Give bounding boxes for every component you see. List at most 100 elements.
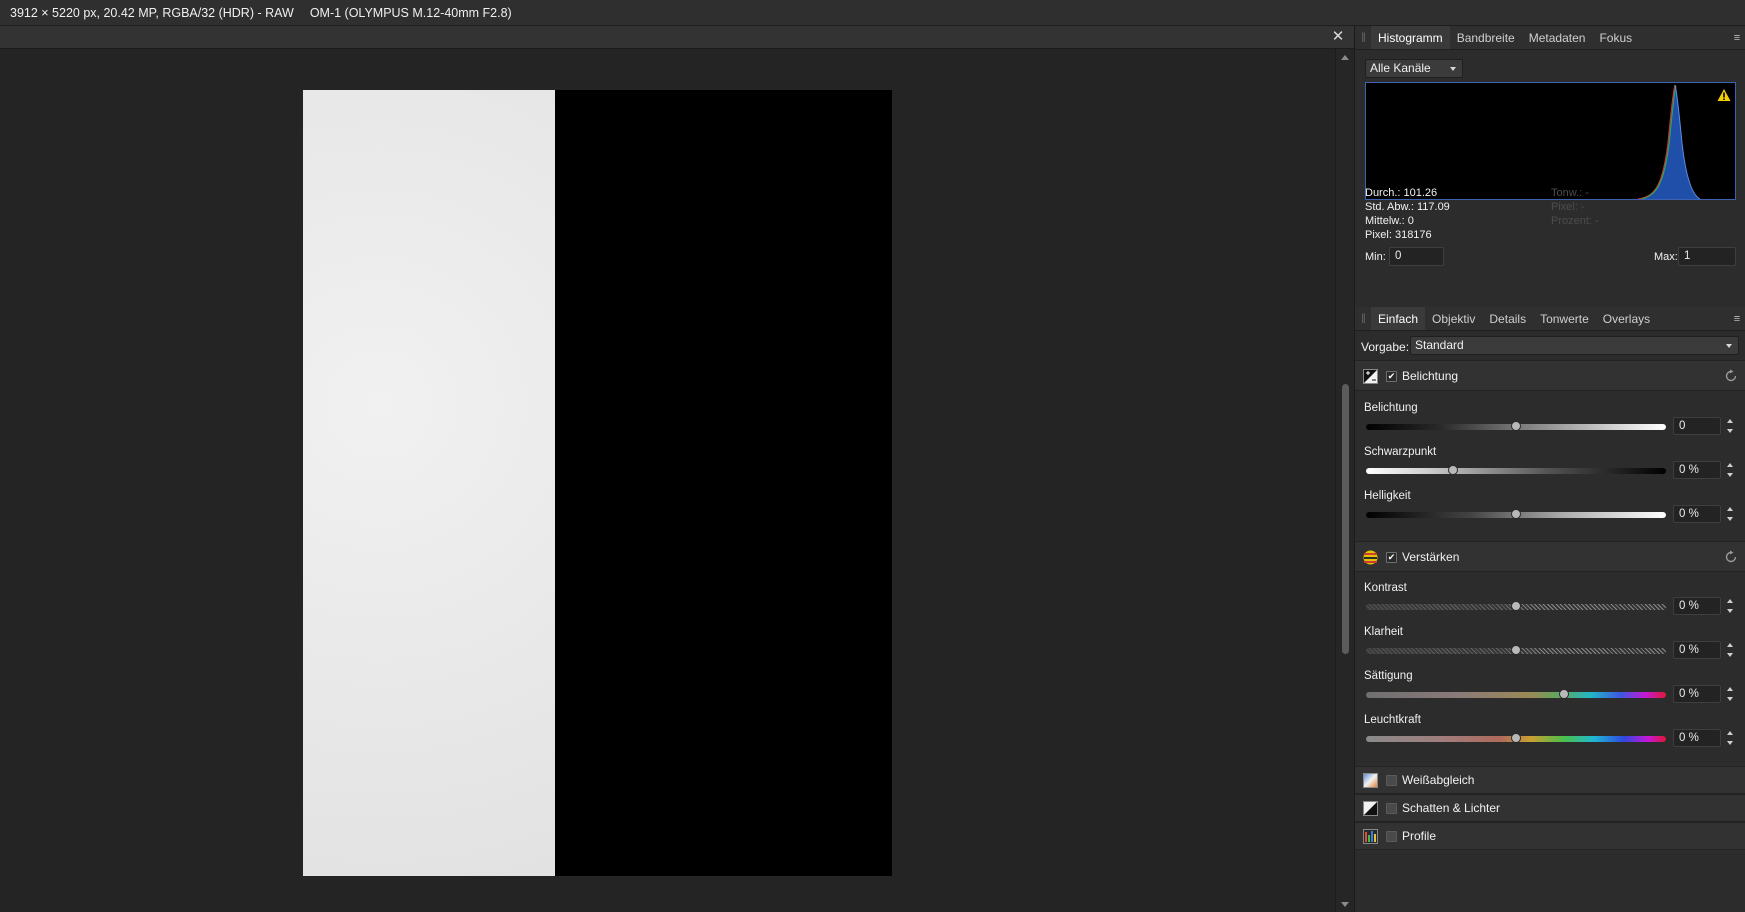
- chevron-down-icon[interactable]: [1727, 429, 1733, 433]
- section-white-balance[interactable]: Weißabgleich: [1355, 766, 1745, 794]
- chevron-up-icon[interactable]: [1727, 463, 1733, 467]
- profiles-enabled-checkbox[interactable]: [1386, 831, 1397, 842]
- white-balance-enabled-checkbox[interactable]: [1386, 775, 1397, 786]
- shadows-highlights-icon: [1363, 801, 1378, 816]
- histogram-curve: [1636, 84, 1701, 199]
- chevron-up-icon[interactable]: [1727, 687, 1733, 691]
- stepper-klarheit[interactable]: [1726, 642, 1736, 658]
- reset-icon[interactable]: [1724, 550, 1738, 564]
- tab-focus[interactable]: Fokus: [1592, 26, 1639, 49]
- slider-label-helligkeit: Helligkeit: [1364, 490, 1411, 502]
- slider-handle-leuchtkraft[interactable]: [1511, 733, 1521, 743]
- value-input-klarheit[interactable]: 0 %: [1673, 641, 1721, 659]
- slider-klarheit[interactable]: [1366, 645, 1666, 655]
- slider-kontrast[interactable]: [1366, 601, 1666, 611]
- tab-histogram[interactable]: Histogramm: [1371, 26, 1450, 49]
- tab-lens[interactable]: Objektiv: [1425, 307, 1482, 330]
- chevron-down-icon[interactable]: [1727, 697, 1733, 701]
- stepper-kontrast[interactable]: [1726, 598, 1736, 614]
- chevron-up-icon[interactable]: [1727, 419, 1733, 423]
- max-label: Max:: [1654, 251, 1678, 263]
- slider-leuchtkraft[interactable]: [1366, 733, 1666, 743]
- tab-range[interactable]: Bandbreite: [1450, 26, 1522, 49]
- section-exposure-title: Belichtung: [1402, 369, 1459, 383]
- scroll-up-icon[interactable]: [1341, 55, 1349, 60]
- tab-metadata[interactable]: Metadaten: [1522, 26, 1593, 49]
- camera-lens-info: OM-1 (OLYMPUS M.12-40mm F2.8): [309, 5, 512, 20]
- stat-percent: Prozent: -: [1551, 215, 1599, 227]
- stat-median: Mittelw.: 0: [1365, 215, 1414, 227]
- value-input-helligkeit[interactable]: 0 %: [1673, 505, 1721, 523]
- stepper-helligkeit[interactable]: [1726, 506, 1736, 522]
- tab-details[interactable]: Details: [1482, 307, 1533, 330]
- section-exposure[interactable]: ✔ Belichtung: [1355, 360, 1745, 391]
- enhance-enabled-checkbox[interactable]: ✔: [1386, 552, 1397, 563]
- chevron-up-icon[interactable]: [1727, 599, 1733, 603]
- section-profiles[interactable]: Profile: [1355, 822, 1745, 850]
- slider-schwarzpunkt[interactable]: [1366, 465, 1666, 475]
- histogram-graph: [1365, 82, 1736, 200]
- slider-handle-helligkeit[interactable]: [1511, 509, 1521, 519]
- warning-icon[interactable]: [1717, 88, 1731, 102]
- canvas-area[interactable]: ✕: [0, 26, 1354, 912]
- slider-belichtung[interactable]: [1366, 421, 1666, 431]
- chevron-down-icon[interactable]: [1727, 473, 1733, 477]
- panel-grip-icon[interactable]: ||: [1355, 26, 1371, 49]
- tab-basic[interactable]: Einfach: [1371, 307, 1426, 330]
- value-input-leuchtkraft[interactable]: 0 %: [1673, 729, 1721, 747]
- tab-overlays[interactable]: Overlays: [1596, 307, 1657, 330]
- panel-menu-icon[interactable]: ≡: [1728, 307, 1745, 330]
- chevron-up-icon[interactable]: [1727, 507, 1733, 511]
- chevron-down-icon[interactable]: [1727, 517, 1733, 521]
- canvas-vertical-scrollbar[interactable]: [1335, 49, 1354, 912]
- slider-label-belichtung: Belichtung: [1364, 402, 1418, 414]
- slider-helligkeit[interactable]: [1366, 509, 1666, 519]
- close-icon: ✕: [1331, 28, 1345, 45]
- slider-handle-schwarzpunkt[interactable]: [1448, 465, 1458, 475]
- section-shadows-highlights-title: Schatten & Lichter: [1402, 801, 1501, 815]
- chevron-down-icon[interactable]: [1727, 609, 1733, 613]
- slider-saettigung[interactable]: [1366, 689, 1666, 699]
- chevron-down-icon[interactable]: [1727, 741, 1733, 745]
- stepper-leuchtkraft[interactable]: [1726, 730, 1736, 746]
- min-label: Min:: [1365, 251, 1386, 263]
- channel-select[interactable]: Alle Kanäle: [1365, 59, 1463, 78]
- slider-handle-saettigung[interactable]: [1559, 689, 1569, 699]
- slider-handle-klarheit[interactable]: [1511, 645, 1521, 655]
- chevron-up-icon[interactable]: [1727, 643, 1733, 647]
- tab-tones[interactable]: Tonwerte: [1533, 307, 1596, 330]
- scroll-down-icon[interactable]: [1341, 902, 1349, 907]
- value-input-schwarzpunkt[interactable]: 0 %: [1673, 461, 1721, 479]
- chevron-down-icon: [1726, 344, 1732, 348]
- slider-label-leuchtkraft: Leuchtkraft: [1364, 714, 1421, 726]
- stat-tonal: Tonw.: -: [1551, 187, 1589, 199]
- chevron-up-icon[interactable]: [1727, 731, 1733, 735]
- shadows-highlights-enabled-checkbox[interactable]: [1386, 803, 1397, 814]
- value-input-saettigung[interactable]: 0 %: [1673, 685, 1721, 703]
- section-enhance[interactable]: ✔ Verstärken: [1355, 541, 1745, 572]
- close-document-button[interactable]: ✕: [1330, 29, 1346, 45]
- exposure-icon: [1363, 369, 1378, 384]
- stepper-saettigung[interactable]: [1726, 686, 1736, 702]
- max-input[interactable]: 1: [1678, 247, 1736, 266]
- exposure-enabled-checkbox[interactable]: ✔: [1386, 371, 1397, 382]
- section-shadows-highlights[interactable]: Schatten & Lichter: [1355, 794, 1745, 822]
- right-panel: || Histogramm Bandbreite Metadaten Fokus…: [1354, 26, 1745, 912]
- panel-menu-icon[interactable]: ≡: [1728, 26, 1745, 49]
- value-input-kontrast[interactable]: 0 %: [1673, 597, 1721, 615]
- document-info-bar: 3912 × 5220 px, 20.42 MP, RGBA/32 (HDR) …: [0, 0, 1745, 26]
- slider-handle-belichtung[interactable]: [1511, 421, 1521, 431]
- preset-select[interactable]: Standard: [1410, 336, 1739, 355]
- chevron-down-icon[interactable]: [1727, 653, 1733, 657]
- scrollbar-thumb[interactable]: [1342, 384, 1349, 654]
- panel-grip-icon[interactable]: ||: [1355, 307, 1371, 330]
- histogram-tab-bar: || Histogramm Bandbreite Metadaten Fokus…: [1355, 26, 1745, 50]
- slider-handle-kontrast[interactable]: [1511, 601, 1521, 611]
- reset-icon[interactable]: [1724, 369, 1738, 383]
- min-input[interactable]: 0: [1389, 247, 1444, 266]
- profiles-icon: [1363, 829, 1378, 844]
- preset-label: Vorgabe:: [1361, 340, 1410, 354]
- value-input-belichtung[interactable]: 0: [1673, 417, 1721, 435]
- stepper-belichtung[interactable]: [1726, 418, 1736, 434]
- stepper-schwarzpunkt[interactable]: [1726, 462, 1736, 478]
